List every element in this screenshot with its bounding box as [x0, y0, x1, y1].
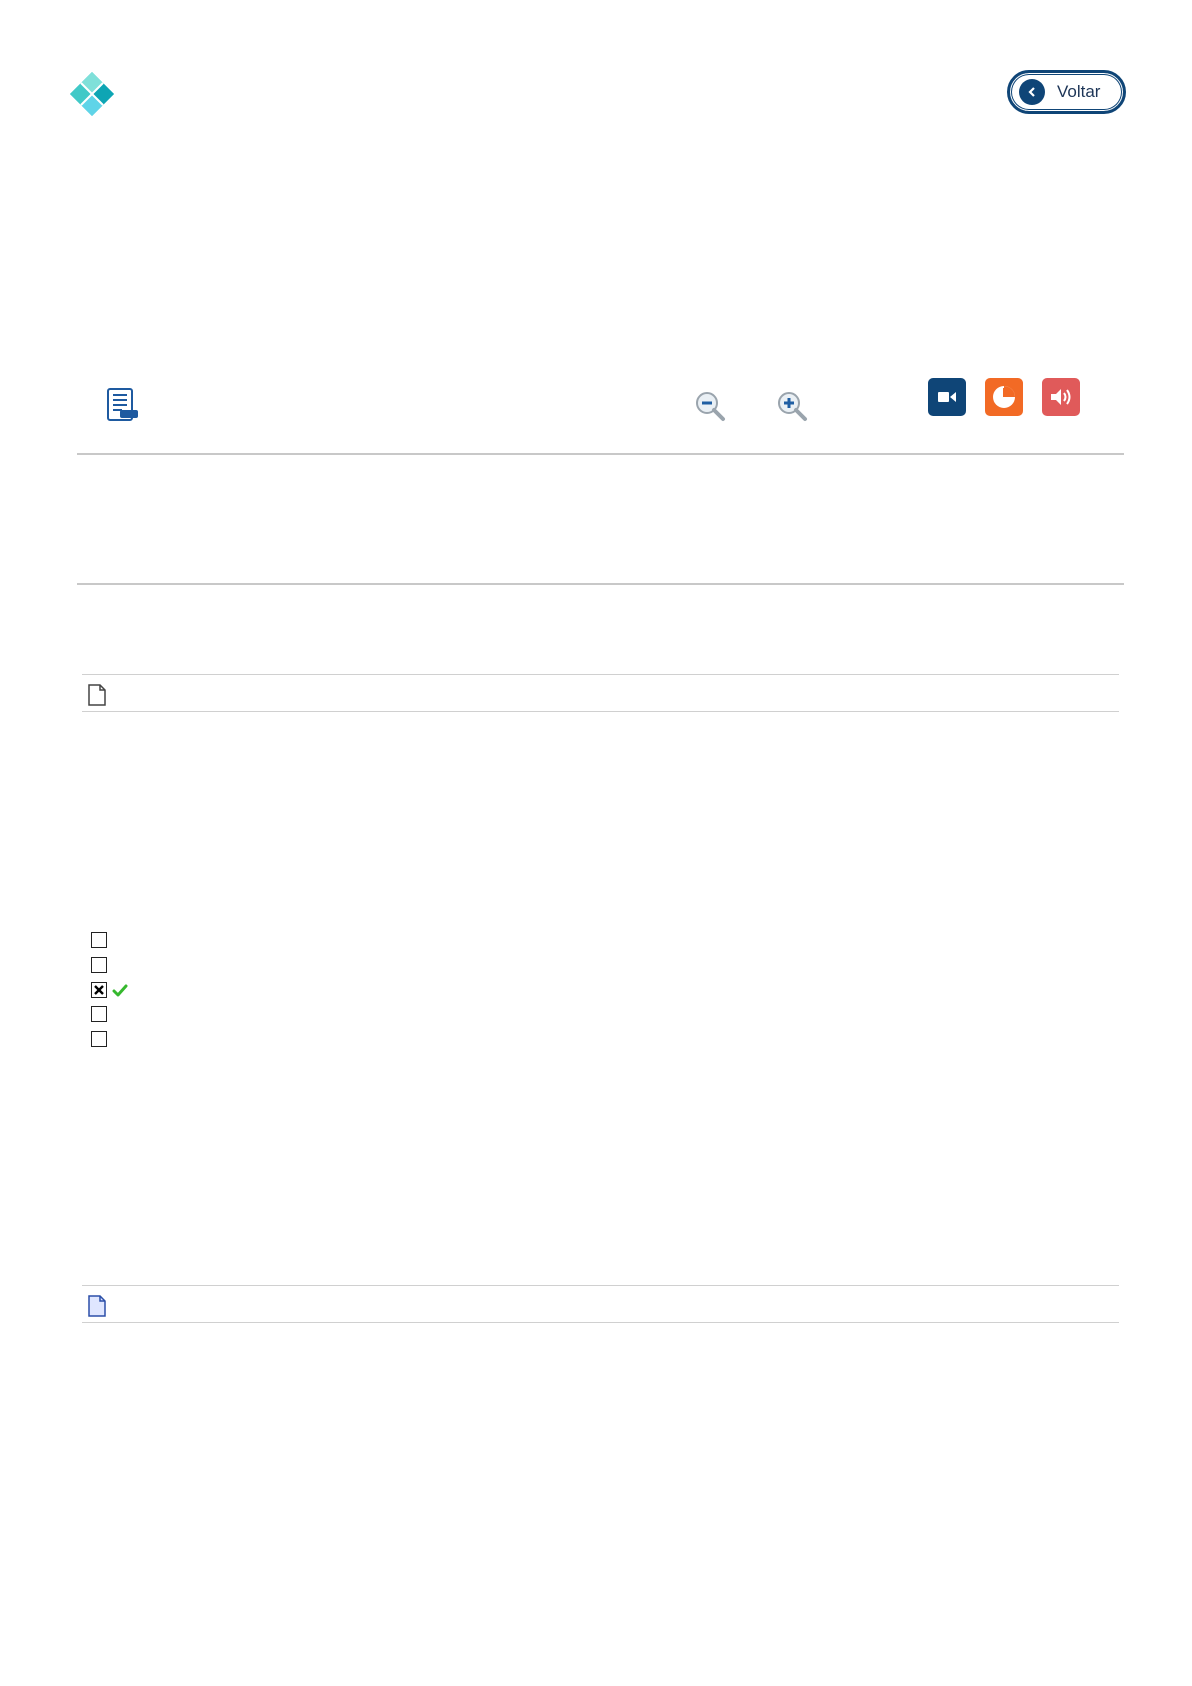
attachment-row-bottom-border [82, 711, 1119, 712]
audio-button[interactable] [1042, 378, 1080, 416]
option-checkbox-5[interactable] [91, 1031, 107, 1047]
option-checkbox-3[interactable] [91, 982, 107, 998]
zoom-in-icon[interactable] [776, 390, 808, 422]
chart-button[interactable] [985, 378, 1023, 416]
speaker-icon [1051, 389, 1071, 405]
section-divider [77, 583, 1124, 585]
attachment-row-bottom-border [82, 1322, 1119, 1323]
document-icon[interactable] [87, 684, 107, 706]
document-list-icon[interactable] [106, 388, 140, 422]
pie-chart-icon [993, 386, 1015, 408]
x-mark-icon [94, 985, 104, 995]
option-checkbox-2[interactable] [91, 957, 107, 973]
attachment-row-top-border [82, 1285, 1119, 1286]
back-button[interactable]: Voltar [1007, 70, 1126, 114]
back-button-label: Voltar [1057, 82, 1101, 101]
option-checkbox-1[interactable] [91, 932, 107, 948]
check-mark-icon [112, 984, 128, 997]
chevron-left-icon [1019, 79, 1045, 105]
diamond-logo-icon [70, 72, 114, 116]
attachment-row-top-border [82, 674, 1119, 675]
option-checkbox-4[interactable] [91, 1006, 107, 1022]
video-camera-icon [938, 392, 956, 402]
zoom-out-icon[interactable] [694, 390, 726, 422]
document-icon[interactable] [87, 1295, 107, 1317]
video-button[interactable] [928, 378, 966, 416]
toolbar-divider [77, 453, 1124, 455]
